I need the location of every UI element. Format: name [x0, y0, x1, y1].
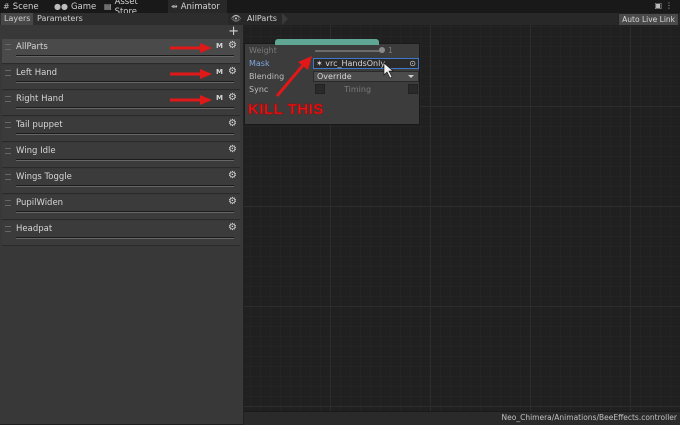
red-arrow-allparts	[170, 43, 212, 53]
annotation-layer	[170, 43, 394, 105]
red-arrow-mask	[275, 56, 312, 97]
mouse-cursor-icon	[383, 62, 394, 79]
annotation-kill-this: KILL THIS	[248, 101, 324, 119]
red-arrow-left-hand	[170, 69, 212, 79]
red-arrow-right-hand	[170, 95, 212, 105]
